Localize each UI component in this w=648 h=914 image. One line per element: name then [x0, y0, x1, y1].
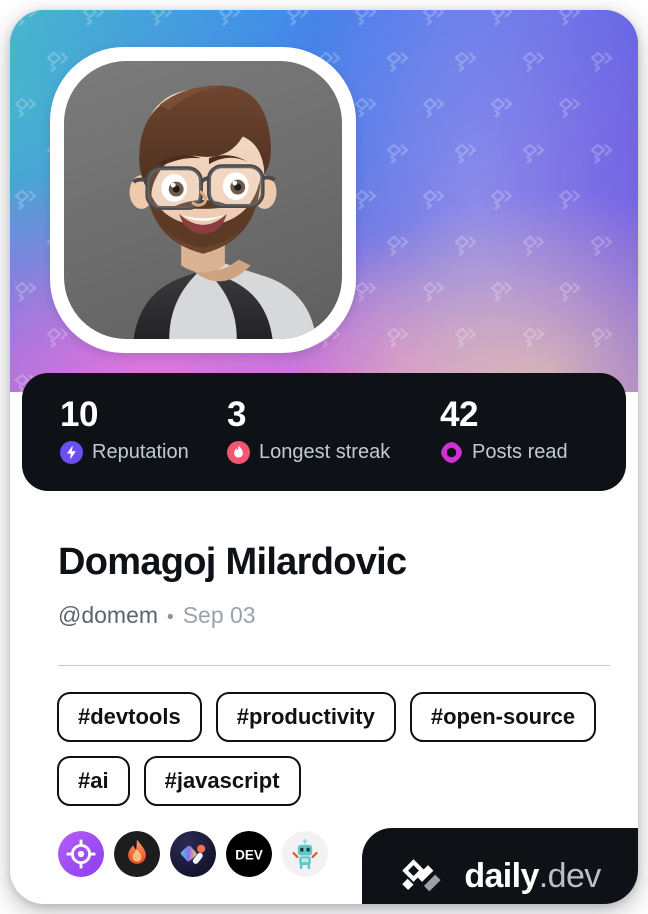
daily-dev-watermark-glyph	[588, 234, 618, 256]
stat-longest-streak: 3 Longest streak	[227, 395, 390, 464]
badge-list: DEV	[58, 831, 328, 877]
daily-dev-watermark-glyph	[488, 10, 518, 26]
devto-wordmark: DEV	[235, 847, 263, 862]
daily-dev-watermark-glyph	[452, 234, 482, 256]
brand-wordmark: daily.dev	[464, 856, 601, 896]
daily-dev-watermark-glyph	[148, 10, 178, 26]
stat-value: 42	[440, 395, 478, 434]
daily-dev-watermark-glyph	[452, 142, 482, 164]
tag-chip[interactable]: #devtools	[57, 692, 202, 742]
stats-bar: 10 Reputation 3 Longest streak 42 Posts …	[22, 373, 626, 491]
stat-value: 10	[60, 395, 98, 434]
stat-reputation: 10 Reputation	[60, 395, 189, 464]
profile-name: Domagoj Milardovic	[58, 541, 407, 583]
profile-handle: @domem	[58, 602, 159, 628]
daily-dev-watermark-glyph	[12, 96, 42, 118]
daily-dev-watermark-glyph	[12, 188, 42, 210]
devcard: 10 Reputation 3 Longest streak 42 Posts …	[10, 10, 638, 904]
daily-dev-watermark-glyph	[488, 96, 518, 118]
screenshot-stage: 10 Reputation 3 Longest streak 42 Posts …	[0, 0, 648, 914]
robot-badge[interactable]	[282, 831, 328, 877]
avatar-image	[64, 61, 342, 339]
daily-dev-watermark-glyph	[352, 188, 382, 210]
daily-dev-watermark-glyph	[384, 234, 414, 256]
section-divider	[58, 665, 610, 666]
meta-separator: •	[167, 607, 174, 628]
streak-badge[interactable]	[114, 831, 160, 877]
daily-dev-watermark-glyph	[588, 142, 618, 164]
daily-dev-watermark-glyph	[420, 188, 450, 210]
producthunt-badge[interactable]	[170, 831, 216, 877]
daily-dev-watermark-glyph	[420, 96, 450, 118]
stat-value: 3	[227, 395, 246, 434]
daily-dev-watermark-glyph	[520, 50, 550, 72]
daily-dev-watermark-glyph	[452, 50, 482, 72]
daily-dev-logo-icon	[395, 857, 451, 895]
flame-icon	[227, 441, 250, 464]
daily-dev-watermark-glyph	[384, 142, 414, 164]
daily-dev-watermark-glyph	[488, 188, 518, 210]
daily-dev-watermark-glyph	[452, 326, 482, 348]
daily-dev-watermark-glyph	[520, 326, 550, 348]
daily-dev-watermark-glyph	[420, 10, 450, 26]
brand-name: daily	[464, 856, 539, 895]
avatar	[50, 47, 356, 353]
brand-tld: .dev	[538, 856, 601, 895]
daily-dev-watermark-glyph	[520, 234, 550, 256]
stat-label: Posts read	[472, 441, 568, 463]
daily-dev-watermark-glyph	[384, 50, 414, 72]
daily-dev-watermark-glyph	[352, 96, 382, 118]
daily-dev-watermark-glyph	[488, 280, 518, 302]
daily-dev-watermark-glyph	[588, 50, 618, 72]
devto-badge[interactable]: DEV	[226, 831, 272, 877]
bolt-icon	[60, 441, 83, 464]
daily-dev-watermark-glyph	[520, 142, 550, 164]
tag-chip[interactable]: #javascript	[143, 756, 301, 806]
daily-dev-watermark-glyph	[284, 10, 314, 26]
target-badge[interactable]	[58, 831, 104, 877]
daily-dev-watermark-glyph	[556, 280, 586, 302]
tag-chip[interactable]: #open-source	[409, 692, 597, 742]
tag-list: #devtools #productivity #open-source #ai #ja…	[57, 692, 617, 806]
daily-dev-watermark-glyph	[352, 10, 382, 26]
profile-join-date: Sep 03	[182, 602, 256, 628]
tag-chip[interactable]: #productivity	[215, 692, 396, 742]
daily-dev-watermark-glyph	[556, 188, 586, 210]
daily-dev-brand-badge: daily.dev	[362, 828, 638, 904]
daily-dev-watermark-glyph	[216, 10, 246, 26]
daily-dev-watermark-glyph	[12, 280, 42, 302]
daily-dev-watermark-glyph	[12, 10, 42, 26]
eye-ring-icon	[440, 441, 463, 464]
stat-label: Reputation	[92, 441, 189, 463]
profile-meta: @domem • Sep 03	[58, 602, 256, 629]
daily-dev-watermark-glyph	[352, 280, 382, 302]
tag-chip[interactable]: #ai	[57, 756, 130, 806]
daily-dev-watermark-glyph	[556, 10, 586, 26]
daily-dev-watermark-glyph	[588, 326, 618, 348]
stat-label: Longest streak	[259, 441, 391, 463]
daily-dev-watermark-glyph	[80, 10, 110, 26]
stat-posts-read: 42 Posts read	[440, 395, 568, 464]
daily-dev-watermark-glyph	[384, 326, 414, 348]
daily-dev-watermark-glyph	[556, 96, 586, 118]
daily-dev-watermark-glyph	[420, 280, 450, 302]
